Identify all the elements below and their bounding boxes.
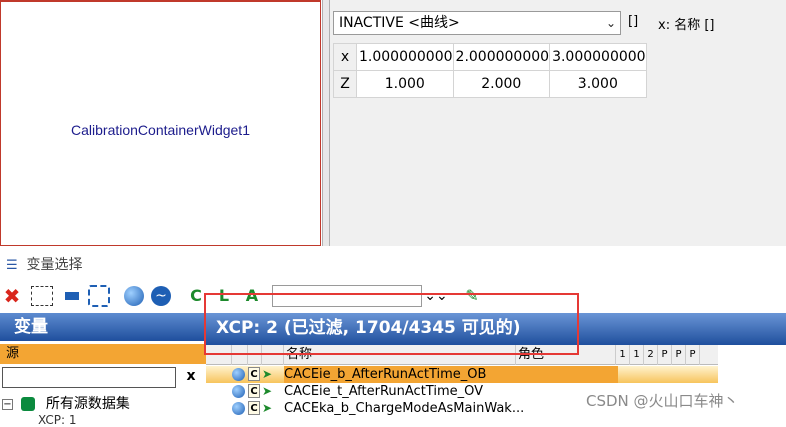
table-cell[interactable]: 2.000 xyxy=(452,70,551,98)
frame-select-icon[interactable] xyxy=(87,284,111,308)
select-area-icon[interactable] xyxy=(30,284,54,308)
variable-name: CACEie_b_AfterRunActTime_OB xyxy=(284,367,487,382)
variable-name: CACEka_b_ChargeModeAsMainWak... xyxy=(284,401,525,416)
column-header-flag[interactable]: P xyxy=(686,345,700,365)
sphere-icon[interactable] xyxy=(122,284,146,308)
table-row: x 1.000000000 2.000000000 3.000000000 xyxy=(333,43,647,71)
column-header-flag[interactable]: P xyxy=(658,345,672,365)
watermark: CSDN @火山口车神丶 xyxy=(586,392,739,410)
curve-mode-select[interactable]: INACTIVE <曲线> ⌄ xyxy=(333,11,621,35)
variables-header: 变量 xyxy=(0,313,206,341)
curve-mode-value: INACTIVE <曲线> xyxy=(339,15,460,31)
tree-item-all-sources[interactable]: − 所有源数据集 xyxy=(2,393,130,413)
calibration-widget-label: CalibrationContainerWidget1 xyxy=(71,122,250,138)
variable-sphere-icon xyxy=(232,368,245,381)
tree-item-label: 所有源数据集 xyxy=(45,396,130,412)
characteristic-icon: C xyxy=(248,401,260,415)
variable-selector-icon: ☰ xyxy=(6,258,18,273)
table-cell[interactable]: 1.000 xyxy=(356,70,454,98)
characteristic-icon: C xyxy=(248,384,260,398)
table-cell[interactable]: 1.000000000 xyxy=(356,43,454,71)
source-search-input[interactable] xyxy=(2,367,176,388)
source-header: 源 xyxy=(0,344,206,364)
column-header-flag[interactable]: 2 xyxy=(644,345,658,365)
dataset-shield-icon xyxy=(21,397,36,411)
x-name-label: x: 名称 [] xyxy=(658,18,715,33)
arrow-right-icon: ➤ xyxy=(262,384,273,398)
annotation-highlight-box xyxy=(204,293,579,355)
arrow-right-icon: ➤ xyxy=(262,401,273,415)
characteristic-icon: C xyxy=(248,367,260,381)
variable-selector-title: ☰ 变量选择 xyxy=(6,254,83,273)
variable-sphere-icon xyxy=(232,402,245,415)
variable-sphere-icon xyxy=(232,385,245,398)
variable-name: CACEie_t_AfterRunActTime_OV xyxy=(284,384,484,399)
table-cell[interactable]: 3.000000000 xyxy=(549,43,647,71)
wave-icon[interactable]: ~ xyxy=(149,284,173,308)
curve-value-table: x 1.000000000 2.000000000 3.000000000 Z … xyxy=(333,43,647,98)
table-cell[interactable]: 2.000000000 xyxy=(452,43,551,71)
table-cell[interactable]: 3.000 xyxy=(549,70,647,98)
column-header-flag[interactable]: P xyxy=(672,345,686,365)
column-header-flag[interactable]: 1 xyxy=(616,345,630,365)
table-row[interactable]: C ➤ CACEie_b_AfterRunActTime_OB xyxy=(206,366,718,383)
arrow-right-icon: ➤ xyxy=(262,367,273,381)
panel-splitter[interactable] xyxy=(322,0,330,246)
row-header-z: Z xyxy=(333,70,357,98)
c-filter-label: C xyxy=(190,286,202,305)
chevron-down-icon[interactable]: ⌄ xyxy=(606,12,616,34)
table-row: Z 1.000 2.000 3.000 xyxy=(333,70,647,98)
column-header-flag[interactable]: 1 xyxy=(630,345,644,365)
row-header-x: x xyxy=(333,43,357,71)
bracket-text: [] xyxy=(628,14,639,29)
clear-button[interactable]: x xyxy=(180,368,202,388)
variable-selector-label: 变量选择 xyxy=(26,257,83,273)
calibration-container-widget: CalibrationContainerWidget1 xyxy=(0,0,321,246)
tree-item-xcp[interactable]: XCP: 1 xyxy=(38,413,76,427)
curve-panel: INACTIVE <曲线> ⌄ [] x: 名称 [] x 1.00000000… xyxy=(330,0,786,246)
collapse-icon[interactable]: − xyxy=(2,398,13,410)
rectangle-icon[interactable] xyxy=(60,284,84,308)
delete-icon[interactable]: ✖ xyxy=(0,284,24,308)
